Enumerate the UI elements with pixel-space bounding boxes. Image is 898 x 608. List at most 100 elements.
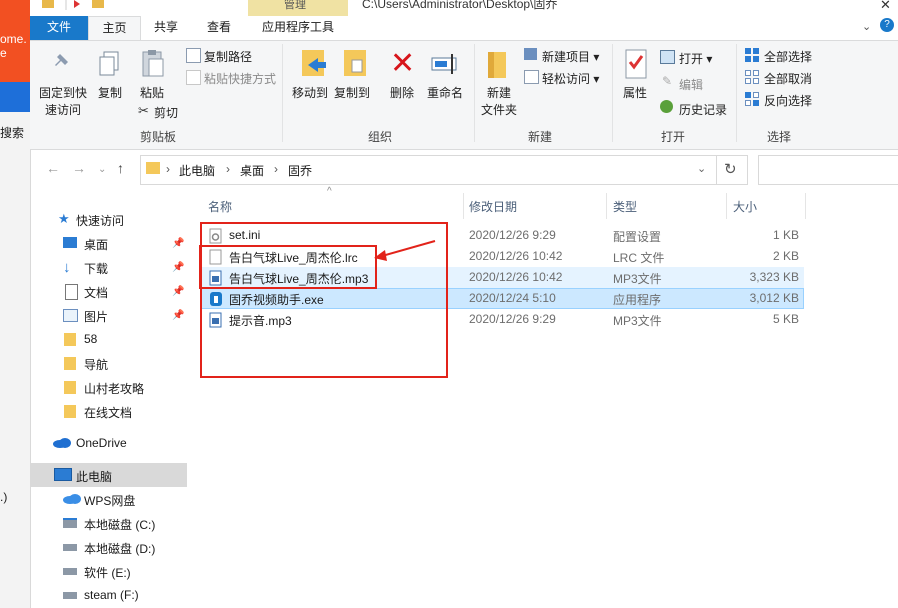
nav-drive-f[interactable]: steam (F:)	[84, 588, 139, 602]
new-folder-button[interactable]: 新建 文件夹	[481, 84, 517, 118]
move-to-button[interactable]: 移动到	[292, 84, 328, 101]
scissors-icon: ✂	[138, 103, 149, 118]
system-drive-icon	[63, 518, 77, 528]
open-group-label: 打开	[661, 130, 686, 144]
column-divider[interactable]	[606, 193, 607, 219]
breadcrumb-current-folder[interactable]: 固乔	[288, 162, 312, 179]
column-header-name[interactable]: 名称	[208, 198, 232, 215]
breadcrumb-desktop[interactable]: 桌面	[240, 162, 264, 179]
drive-icon	[63, 592, 77, 599]
cut-button[interactable]: 剪切	[154, 104, 178, 121]
edit-icon: ✎	[662, 74, 673, 88]
file-date: 2020/12/26 9:29	[469, 312, 556, 326]
pin-icon[interactable]: 📌	[172, 238, 184, 249]
select-none-button[interactable]: 全部取消	[764, 70, 812, 87]
document-icon	[65, 284, 78, 300]
copy-path-button[interactable]: 复制路径	[204, 48, 252, 65]
paste-shortcut-button[interactable]: 粘贴快捷方式	[204, 70, 276, 87]
wps-cloud-icon	[63, 494, 81, 504]
open-button[interactable]: 打开 ▾	[679, 50, 712, 67]
ribbon-collapse-icon[interactable]: ⌄	[862, 20, 871, 33]
paste-shortcut-icon	[186, 70, 201, 85]
pin-icon[interactable]: 📌	[172, 286, 184, 297]
new-item-button[interactable]: 新建项目 ▾	[542, 48, 599, 65]
delete-icon: ✕	[390, 47, 416, 80]
folder-icon	[146, 162, 160, 174]
select-none-icon	[745, 70, 759, 84]
nav-quick-access[interactable]: 快速访问	[76, 212, 124, 229]
background-window-accent	[0, 82, 30, 112]
close-icon[interactable]: ✕	[880, 0, 891, 13]
pin-icon[interactable]: 📌	[172, 262, 184, 273]
breadcrumb-this-pc[interactable]: 此电脑	[179, 162, 215, 179]
sort-ascending-icon: ^	[327, 186, 332, 197]
nav-drive-wps[interactable]: WPS网盘	[84, 492, 135, 509]
tab-view[interactable]: 查看	[195, 16, 243, 40]
nav-item-pictures[interactable]: 图片	[84, 308, 108, 325]
file-type: 配置设置	[613, 230, 662, 244]
desktop-icon	[63, 237, 77, 248]
column-divider[interactable]	[726, 193, 727, 219]
edit-button[interactable]: 编辑	[679, 76, 703, 93]
breadcrumb-separator: ›	[226, 162, 230, 176]
file-type: 应用程序	[613, 293, 662, 307]
nav-item-folder[interactable]: 山村老攻略	[84, 380, 144, 397]
nav-item-folder[interactable]: 58	[84, 332, 97, 346]
folder-icon	[64, 405, 76, 418]
up-arrow-icon[interactable]: ↑	[117, 160, 124, 176]
clipboard-group-label: 剪贴板	[140, 130, 177, 144]
ribbon-divider	[282, 44, 283, 142]
quick-access-toolbar[interactable]	[40, 0, 114, 12]
easy-access-button[interactable]: 轻松访问 ▾	[542, 70, 599, 87]
tab-home[interactable]: 主页	[88, 16, 141, 41]
file-size: 5 KB	[772, 312, 799, 326]
column-divider[interactable]	[805, 193, 806, 219]
forward-arrow-icon[interactable]: →	[72, 160, 86, 176]
file-date: 2020/12/24 5:10	[469, 291, 556, 305]
nav-onedrive[interactable]: OneDrive	[76, 436, 127, 450]
pin-icon[interactable]: 📌	[172, 310, 184, 321]
folder-icon	[42, 0, 54, 8]
background-window-text: ome. e	[0, 32, 27, 60]
nav-drive-c[interactable]: 本地磁盘 (C:)	[84, 516, 155, 533]
organize-group-label: 组织	[368, 130, 393, 144]
column-divider[interactable]	[463, 193, 464, 219]
nav-item-downloads[interactable]: 下载	[84, 260, 108, 277]
nav-item-desktop[interactable]: 桌面	[84, 236, 108, 253]
rename-button[interactable]: 重命名	[427, 84, 463, 101]
copy-to-button[interactable]: 复制到	[334, 84, 370, 101]
drive-icon	[63, 544, 77, 551]
column-header-date[interactable]: 修改日期	[469, 198, 517, 215]
recent-locations-chevron-icon[interactable]: ⌄	[98, 164, 106, 175]
onedrive-cloud-icon	[53, 438, 71, 448]
nav-item-documents[interactable]: 文档	[84, 284, 108, 301]
column-header-type[interactable]: 类型	[613, 198, 637, 215]
column-header-size[interactable]: 大小	[733, 198, 757, 215]
nav-drive-d[interactable]: 本地磁盘 (D:)	[84, 540, 155, 557]
select-all-button[interactable]: 全部选择	[764, 48, 812, 65]
paste-button[interactable]: 粘贴	[140, 84, 164, 101]
window-title: C:\Users\Administrator\Desktop\固乔	[362, 0, 558, 11]
tab-share[interactable]: 共享	[141, 16, 191, 40]
file-size: 2 KB	[772, 249, 799, 263]
search-input[interactable]	[758, 155, 898, 185]
delete-button[interactable]: 删除	[390, 84, 414, 101]
nav-item-folder[interactable]: 导航	[84, 356, 108, 373]
paste-icon	[142, 50, 164, 77]
computer-icon	[54, 468, 72, 481]
nav-item-folder[interactable]: 在线文档	[84, 404, 132, 421]
tab-file[interactable]: 文件	[30, 16, 88, 40]
tab-application-tools[interactable]: 应用程序工具	[248, 16, 348, 40]
pin-quick-access-button[interactable]: 固定到快 速访问	[39, 84, 87, 118]
help-icon[interactable]: ?	[880, 18, 894, 32]
address-dropdown-chevron-icon[interactable]: ⌄	[697, 162, 706, 175]
history-button[interactable]: 历史记录	[679, 101, 727, 118]
copy-icon	[99, 51, 119, 76]
nav-this-pc[interactable]: 此电脑	[76, 468, 112, 485]
copy-button[interactable]: 复制	[98, 84, 122, 101]
invert-selection-button[interactable]: 反向选择	[764, 92, 812, 109]
nav-drive-e[interactable]: 软件 (E:)	[84, 564, 131, 581]
back-arrow-icon[interactable]: ←	[46, 160, 60, 176]
background-window-search-text: 搜索	[0, 126, 25, 140]
properties-button[interactable]: 属性	[623, 84, 647, 101]
